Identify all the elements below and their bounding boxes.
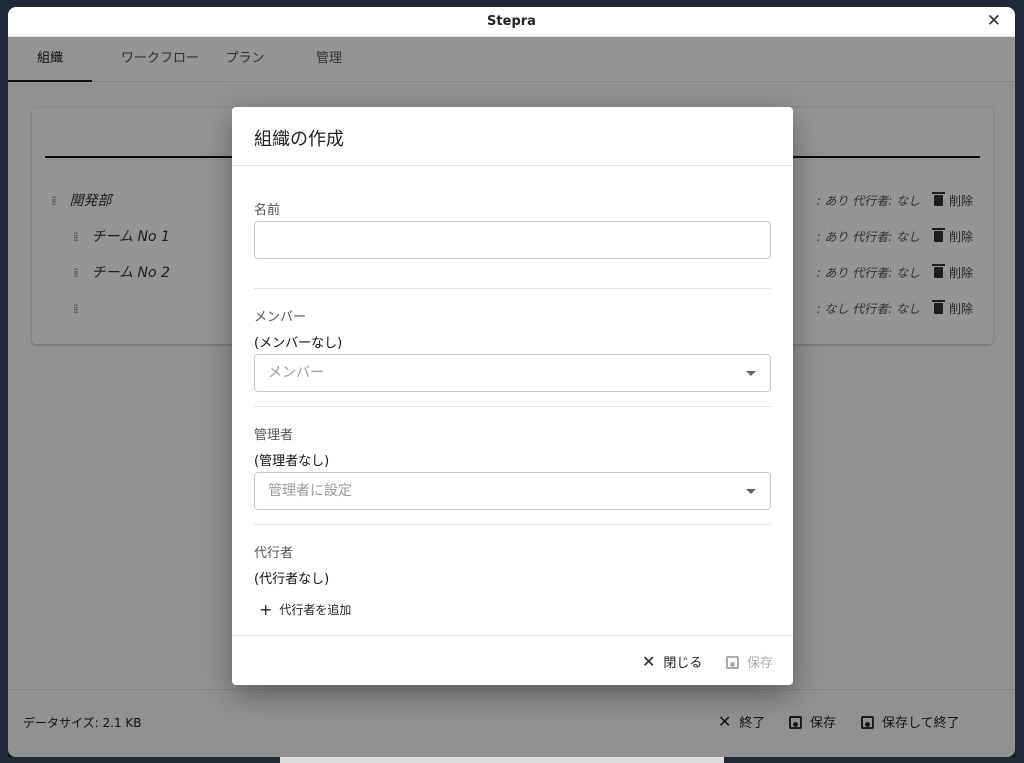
window-title: Stepra xyxy=(487,14,536,29)
background-toolbar xyxy=(280,757,724,763)
deputies-section: 代行者 (代行者なし) + 代行者を追加 xyxy=(254,542,771,619)
members-value: (メンバーなし) xyxy=(254,336,343,351)
managers-value: (管理者なし) xyxy=(254,454,330,469)
close-icon[interactable]: ✕ xyxy=(987,7,1001,36)
save-icon xyxy=(726,656,739,669)
managers-label: 管理者 xyxy=(254,428,294,443)
chevron-down-icon xyxy=(746,489,756,494)
members-select[interactable]: メンバー xyxy=(254,354,771,392)
title-bar: Stepra ✕ xyxy=(8,7,1015,37)
dialog-title: 組織の作成 xyxy=(232,107,793,166)
name-input[interactable] xyxy=(254,221,771,259)
chevron-down-icon xyxy=(746,371,756,376)
members-section: メンバー (メンバーなし) メンバー xyxy=(254,306,771,392)
deputies-value: (代行者なし) xyxy=(254,572,330,587)
close-dialog-button[interactable]: ✕ 閉じる xyxy=(642,652,702,671)
divider xyxy=(254,406,771,407)
deputies-label: 代行者 xyxy=(254,546,294,561)
save-dialog-button[interactable]: 保存 xyxy=(726,652,773,671)
managers-select[interactable]: 管理者に設定 xyxy=(254,472,771,510)
members-placeholder: メンバー xyxy=(268,365,324,381)
name-section: 名前 xyxy=(254,199,771,259)
managers-placeholder: 管理者に設定 xyxy=(268,483,352,499)
divider xyxy=(254,524,771,525)
members-label: メンバー xyxy=(254,310,307,325)
add-deputy-button[interactable]: + 代行者を追加 xyxy=(259,600,771,619)
create-organization-dialog: 組織の作成 名前 メンバー (メンバーなし) メンバー 管理者 (管理者なし) … xyxy=(232,107,793,685)
dialog-footer: ✕ 閉じる 保存 xyxy=(232,635,793,685)
close-icon: ✕ xyxy=(642,652,656,671)
name-label: 名前 xyxy=(254,203,281,218)
managers-section: 管理者 (管理者なし) 管理者に設定 xyxy=(254,424,771,510)
plus-icon: + xyxy=(259,600,273,619)
divider xyxy=(254,288,771,289)
